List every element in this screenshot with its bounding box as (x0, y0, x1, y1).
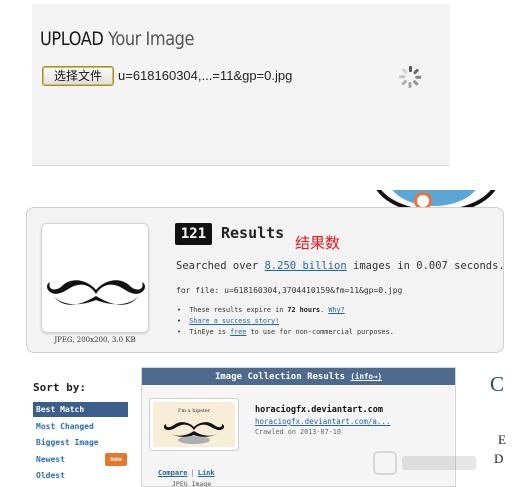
match-thumbnail[interactable]: I'm a hipster (149, 398, 239, 451)
sort-option-biggest-image[interactable]: Biggest Image (33, 435, 128, 452)
results-heading: Results (221, 224, 285, 242)
share-success-link[interactable]: Share a success story! (189, 317, 279, 325)
searched-prefix: Searched over (176, 260, 259, 272)
for-file-text: for file: u=618160304,3704410159&fm=11&g… (176, 286, 403, 295)
action-separator: | (190, 469, 195, 477)
searched-suffix: images in 0.007 seconds. (353, 260, 505, 272)
sort-option-best-match[interactable]: Best Match (33, 402, 128, 417)
clipped-text-letter: E (498, 432, 506, 447)
list-item: TinEye is free to use for non-commercial… (177, 328, 394, 339)
free-link[interactable]: free (230, 328, 246, 336)
clipped-heading-letter: C (490, 372, 505, 396)
results-summary-box: JPEG, 200x200, 3.0 KB 121 Results 结果数 Se… (26, 207, 505, 353)
results-count: 121 (175, 223, 212, 245)
results-count-annotation: 结果数 (295, 234, 341, 252)
compare-link[interactable]: Compare (158, 469, 188, 477)
index-size-link[interactable]: 8.250 billion (265, 260, 347, 272)
upload-title: UPLOAD Your Image (40, 28, 194, 50)
clipped-text-letter: D (494, 451, 504, 466)
why-link[interactable]: Why? (328, 306, 344, 314)
match-actions: Compare | Link (158, 469, 215, 477)
mustache-image (47, 280, 145, 305)
match-image-type: JPEG Image (172, 480, 212, 487)
query-image-thumbnail[interactable] (41, 223, 149, 333)
collection-header: Image Collection Results (info→) (142, 368, 455, 385)
collection-info-link[interactable]: (info→) (350, 372, 382, 381)
sort-option-most-changed[interactable]: Most Changed (33, 419, 128, 436)
searched-over-text: Searched over 8.250 billion images in 0.… (176, 260, 505, 272)
choose-file-button[interactable]: 选择文件 (42, 66, 114, 86)
upload-panel: UPLOAD Your Image 选择文件 u=618160304,...=1… (32, 4, 450, 166)
match-crawled-date: Crawled on 2013-07-10 (255, 428, 341, 436)
upload-title-light: Your Image (108, 28, 195, 50)
upload-title-strong: UPLOAD (40, 28, 104, 50)
sort-options: Best Match Most Changed Biggest Image Ne… (33, 402, 128, 485)
sort-option-oldest[interactable]: Oldest (33, 468, 128, 485)
link-link[interactable]: Link (198, 469, 215, 477)
list-item: These results expire in 72 hours. Why? (177, 306, 394, 317)
results-notes-list: These results expire in 72 hours. Why? S… (177, 306, 394, 339)
sort-by-label: Sort by: (33, 381, 86, 394)
list-item: Share a success story! (177, 317, 394, 328)
match-site-name: horaciogfx.deviantart.com (255, 405, 383, 415)
selected-file-name: u=618160304,...=11&gp=0.jpg (118, 68, 293, 83)
watermark-logo (373, 451, 476, 475)
loading-spinner-icon (398, 65, 422, 89)
sort-option-newest[interactable]: Newest new (33, 452, 128, 469)
match-site-url-link[interactable]: horaciogfx.deviantart.com/a... (255, 417, 390, 426)
thumbnail-caption: JPEG, 200x200, 3.0 KB (54, 336, 136, 344)
new-badge: new (105, 452, 127, 466)
match-thumbnail-label: I'm a hipster (178, 408, 211, 414)
